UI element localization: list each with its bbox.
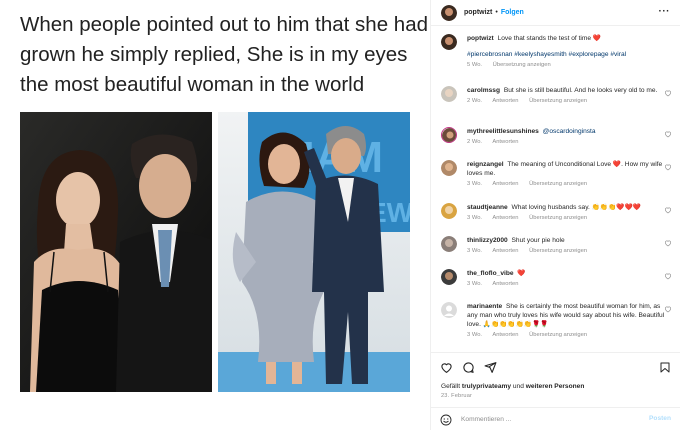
reply-button[interactable]: Antworten [492,248,518,254]
comment-username[interactable]: staudtjeanne [467,204,508,211]
comment-username[interactable]: thinlizzy2000 [467,237,508,244]
avatar[interactable] [441,34,457,50]
avatar[interactable] [441,236,457,252]
likes-user[interactable]: trulyprivateamy [462,383,511,390]
comment-text: But she is still beautiful. And he looks… [503,87,658,94]
avatar-image [441,236,457,252]
reply-button[interactable]: Antworten [492,281,518,287]
couple-photo-present: MAM EW [218,112,410,392]
reply-button[interactable]: Antworten [492,139,518,145]
add-comment-bar: Posten [431,407,680,430]
comment-time[interactable]: 2 Wo. [467,98,482,104]
likes-prefix: Gefällt [441,383,461,390]
post-image[interactable]: When people pointed out to him that she … [0,0,431,430]
meme-line: grown he simply replied, She is in my ey… [20,43,408,66]
avatar[interactable] [441,203,457,219]
avatar-image [441,34,457,50]
separator-dot: • [495,9,498,16]
reply-button[interactable]: Antworten [492,98,518,104]
heart-emoji: ❤️ [592,35,602,42]
reply-button[interactable]: Antworten [492,332,518,338]
meme-line: the most beautiful woman in the world [20,73,365,96]
like-comment-heart-icon[interactable] [664,272,672,280]
likes-others[interactable]: weiteren Personen [526,383,585,390]
like-comment-heart-icon[interactable] [664,163,672,171]
bookmark-icon[interactable] [659,361,671,374]
translate-link[interactable]: Übersetzung anzeigen [529,98,587,104]
translate-link[interactable]: Übersetzung anzeigen [529,332,587,338]
comment-username[interactable]: poptwizt [467,35,494,42]
comment-username[interactable]: reignzangel [467,161,504,168]
caption-hashtags[interactable]: #piercebrosnan #keelyshayesmith #explore… [467,50,667,59]
meme-line: When people pointed out to him that she … [20,13,429,36]
likes-summary[interactable]: Gefällt trulyprivateamy und weiteren Per… [441,383,584,390]
share-paper-plane-icon[interactable] [484,361,497,374]
comment-text: What loving husbands say. 👏👏👏❤️❤️❤️ [511,204,641,211]
like-heart-icon[interactable] [440,361,453,374]
emoji-smiley-icon[interactable] [440,414,452,426]
translate-link[interactable]: Übersetzung anzeigen [529,181,587,187]
like-comment-heart-icon[interactable] [664,239,672,247]
comment-time[interactable]: 3 Wo. [467,248,482,254]
comment-input[interactable] [461,416,631,423]
follow-button[interactable]: Folgen [501,9,524,16]
avatar[interactable] [441,4,457,21]
comment-username[interactable]: carolmssg [467,87,500,94]
avatar[interactable] [441,269,457,285]
comment-text: ❤️ [517,270,526,277]
avatar[interactable] [441,127,457,143]
avatar-image [441,203,457,219]
couple-photo-present-illustration: MAM EW [218,112,410,392]
comment-username[interactable]: marinaente [467,303,502,310]
translate-link[interactable]: Übersetzung anzeigen [529,215,587,221]
translate-link[interactable]: Übersetzung anzeigen [493,62,551,68]
like-comment-heart-icon[interactable] [664,130,672,138]
comment-time[interactable]: 3 Wo. [467,281,482,287]
comment-time[interactable]: 2 Wo. [467,139,482,145]
like-comment-heart-icon[interactable] [664,305,672,313]
comment-bubble-icon[interactable] [462,361,475,374]
reply-button[interactable]: Antworten [492,181,518,187]
caption-text: Love that stands the test of time [497,35,592,42]
avatar-image [441,302,457,318]
avatar-image [441,160,457,176]
likes-middle: und [512,383,524,390]
meme-caption: When people pointed out to him that she … [20,10,429,100]
comment-time[interactable]: 5 Wo. [467,62,482,68]
mention-link[interactable]: @oscardoinginsta [543,128,596,135]
comments-list[interactable]: poptwizt Love that stands the test of ti… [431,28,680,350]
reply-button[interactable]: Antworten [492,215,518,221]
couple-photo-past [20,112,212,392]
avatar[interactable] [441,86,457,102]
header-username[interactable]: poptwizt [464,9,492,16]
like-comment-heart-icon[interactable] [664,89,672,97]
comment-username[interactable]: mythreelittlesunshines [467,128,539,135]
avatar-image [441,269,457,285]
avatar[interactable] [441,302,457,318]
comment-time[interactable]: 3 Wo. [467,215,482,221]
comment-username[interactable]: the_floflo_vibe [467,270,514,277]
avatar-image [441,4,457,21]
translate-link[interactable]: Übersetzung anzeigen [529,248,587,254]
post-header: poptwizt • Folgen ··· [431,0,680,26]
post-sidebar: poptwizt • Folgen ··· poptwizt Love that… [431,0,680,430]
avatar[interactable] [441,160,457,176]
comment-text: Shut your pie hole [511,237,565,244]
avatar-image [442,128,456,142]
post-actions: Gefällt trulyprivateamy und weiteren Per… [431,352,680,430]
comment-time[interactable]: 3 Wo. [467,332,482,338]
post-date[interactable]: 23. Februar [441,393,472,399]
avatar-image [441,86,457,102]
post-comment-button[interactable]: Posten [649,415,671,422]
couple-photo-past-illustration [20,112,212,392]
like-comment-heart-icon[interactable] [664,206,672,214]
more-options-icon[interactable]: ··· [659,6,671,17]
comment-time[interactable]: 3 Wo. [467,181,482,187]
